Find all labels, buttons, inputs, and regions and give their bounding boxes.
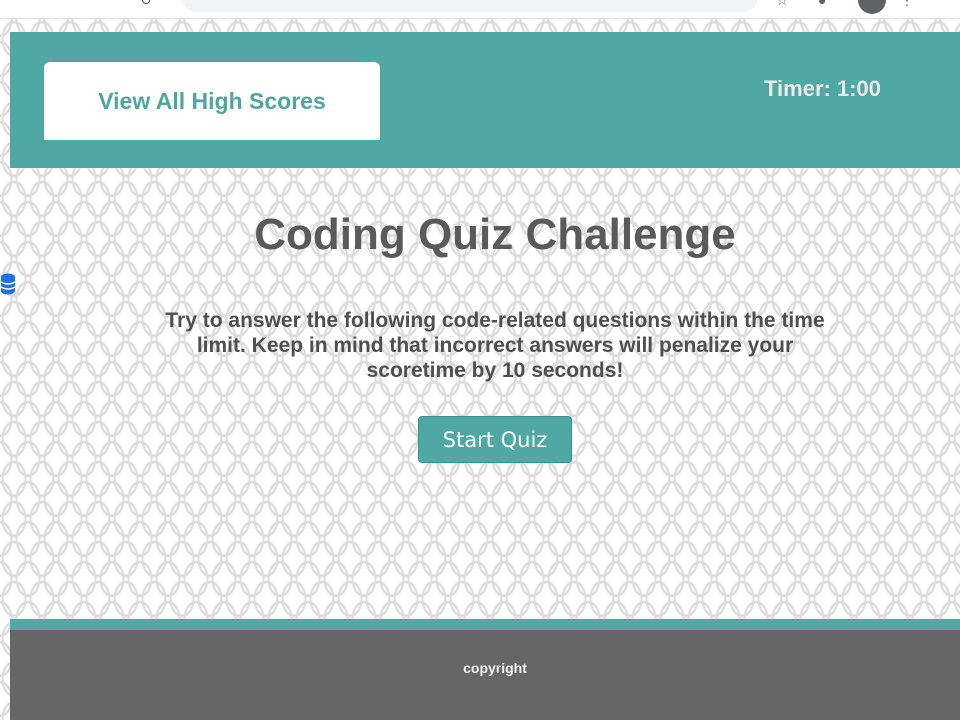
profile-avatar-icon[interactable] [858, 0, 886, 14]
timer: Timer: 1:00 [764, 76, 881, 102]
copyright-text: copyright [463, 660, 527, 676]
quiz-instructions: Try to answer the following code-related… [165, 309, 825, 382]
view-high-scores-button[interactable]: View All High Scores [44, 62, 380, 140]
timer-label: Timer: [764, 76, 831, 101]
browser-toolbar: ↻ ☆ ● ⋮ [0, 0, 960, 19]
menu-dots-icon[interactable]: ⋮ [900, 0, 914, 9]
header: View All High Scores Timer: 1:00 [10, 32, 960, 168]
quiz-title: Coding Quiz Challenge [254, 210, 736, 259]
footer-stripe [10, 619, 960, 630]
reload-icon[interactable]: ↻ [140, 0, 152, 9]
start-quiz-button[interactable]: Start Quiz [418, 416, 572, 463]
footer: copyright [10, 630, 960, 720]
timer-value: 1:00 [836, 76, 881, 101]
database-icon[interactable] [0, 273, 16, 295]
bookmark-star-icon[interactable]: ☆ [776, 0, 789, 9]
address-bar[interactable] [182, 0, 758, 12]
extension-icon[interactable]: ● [818, 0, 826, 8]
